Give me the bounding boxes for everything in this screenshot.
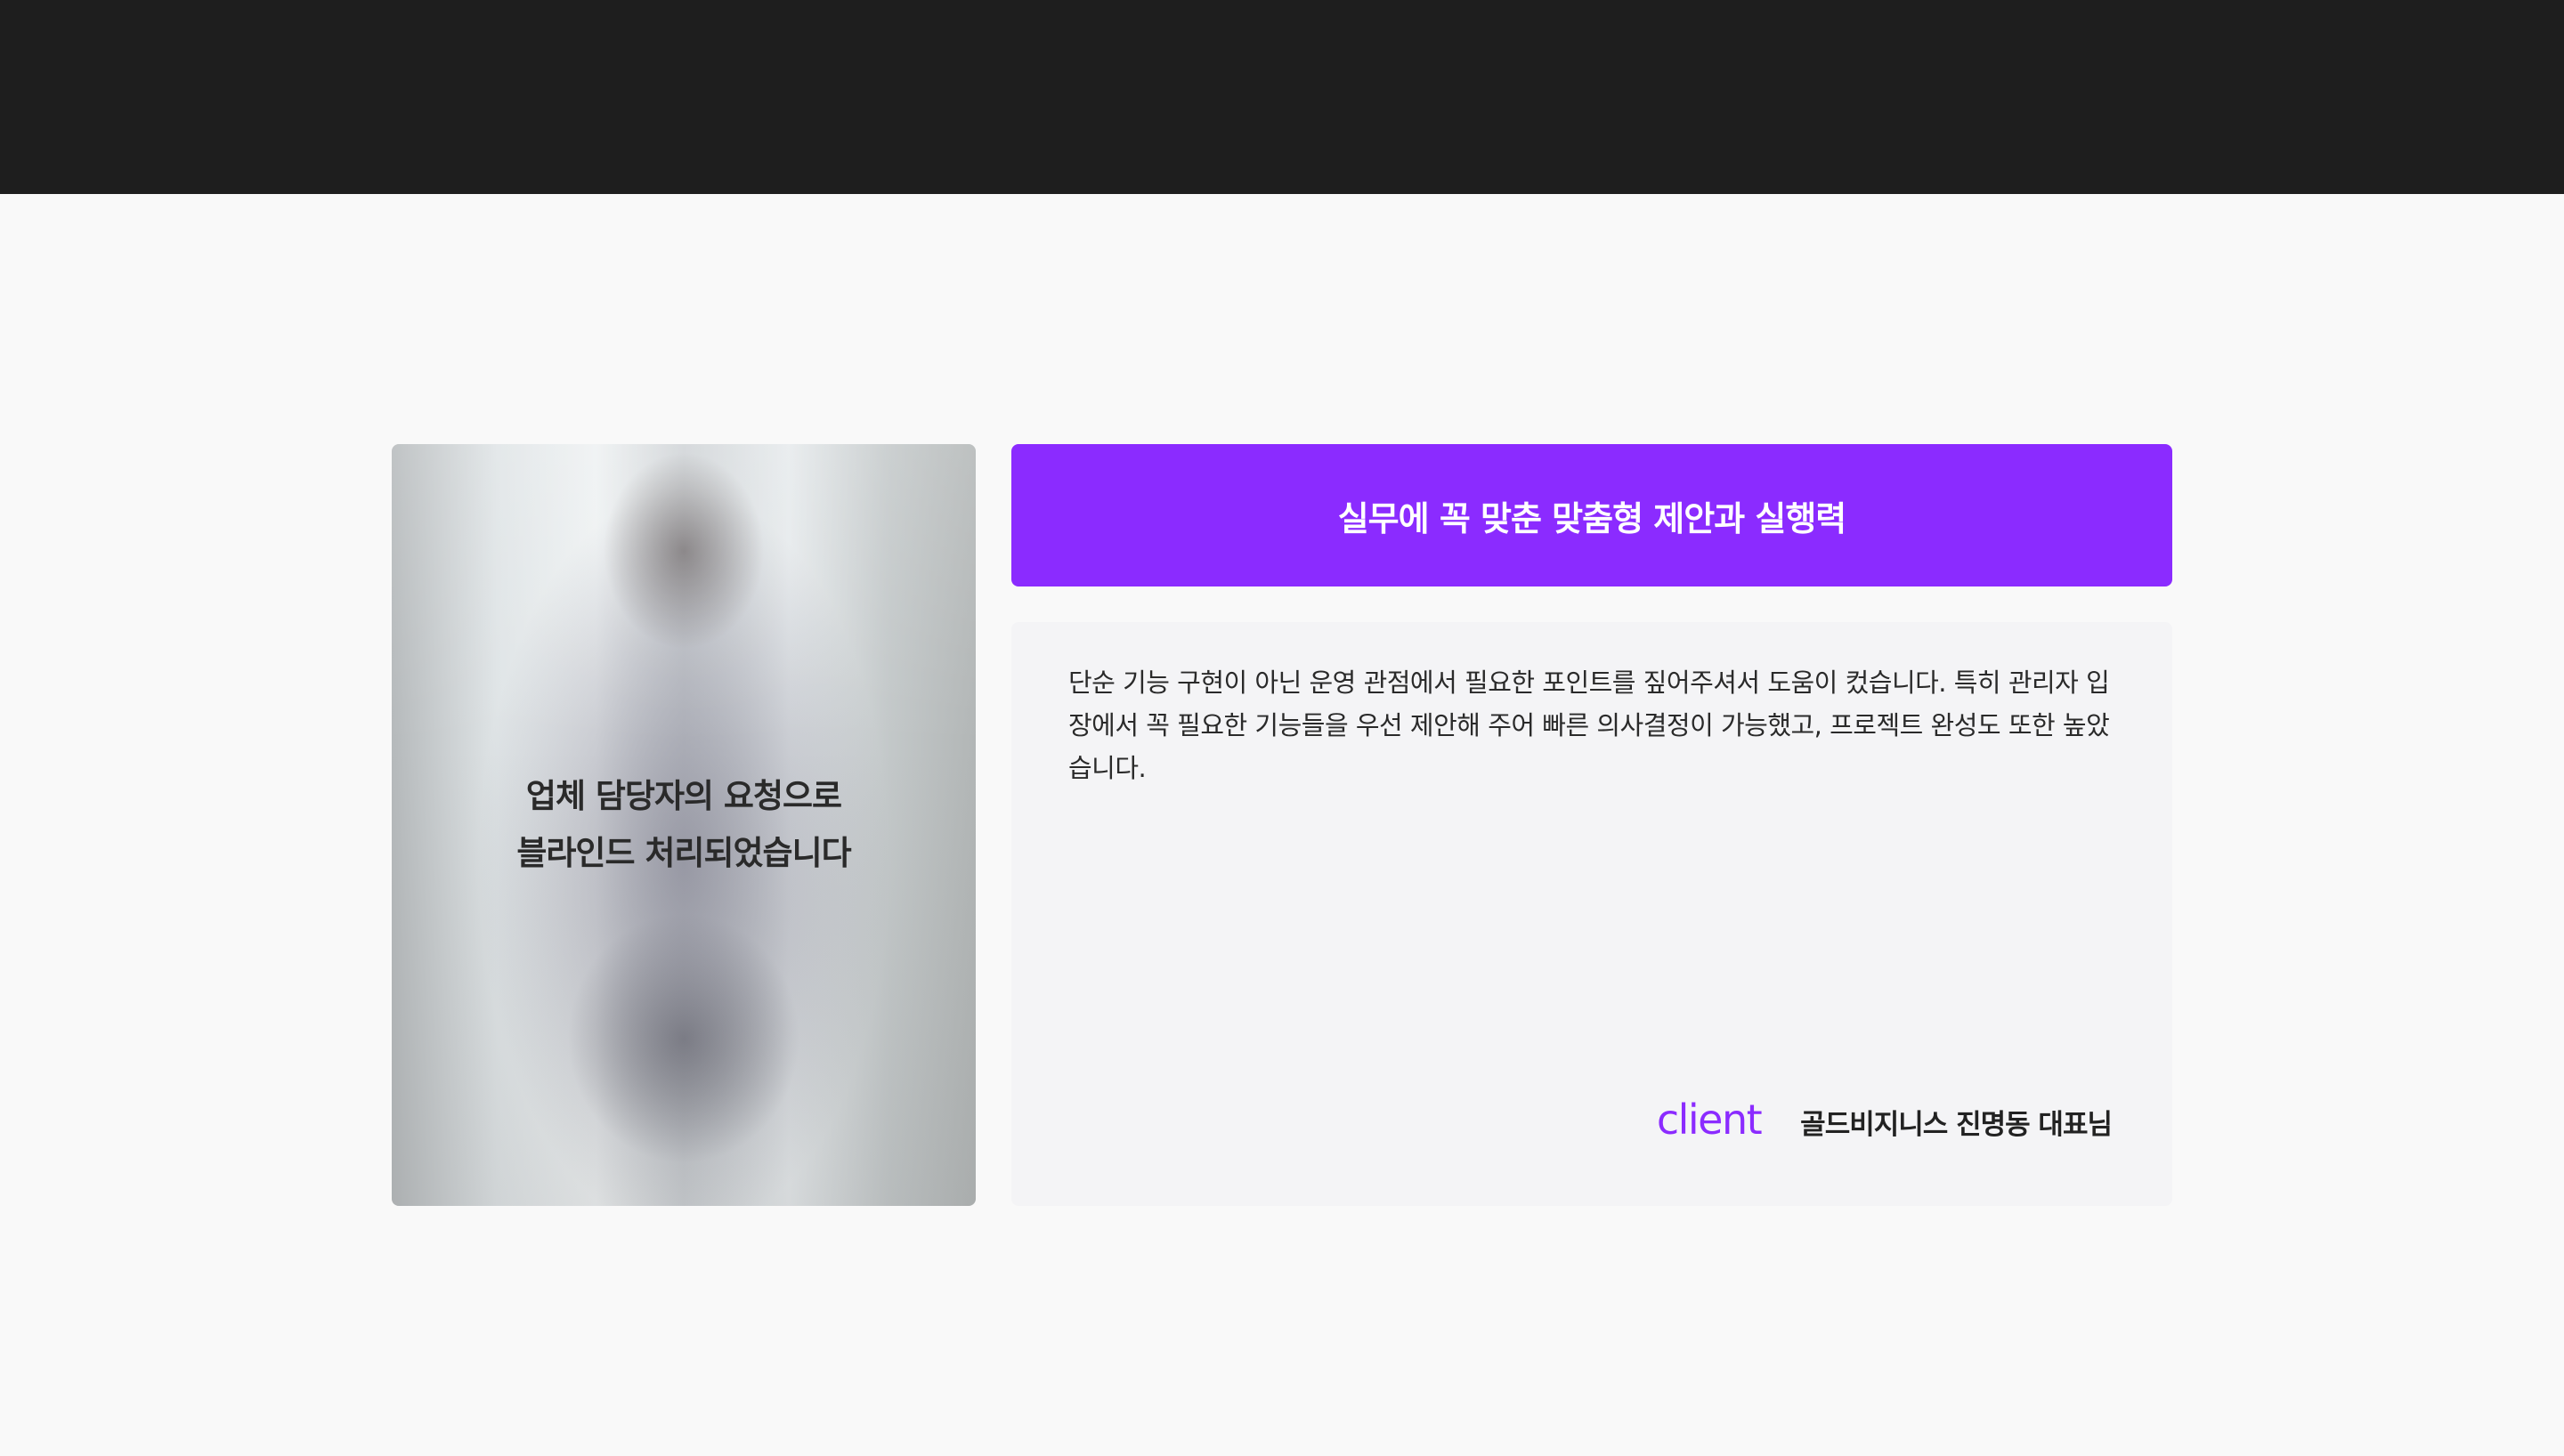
client-attribution: client 골드비지니스 진명동 대표님	[1656, 1096, 2113, 1144]
review-card: 단순 기능 구현이 아닌 운영 관점에서 필요한 포인트를 짚어주셔서 도움이 …	[1011, 622, 2172, 1206]
review-headline-banner: 실무에 꼭 맞춘 맞춤형 제안과 실행력	[1011, 444, 2172, 586]
client-label: client	[1656, 1096, 1763, 1144]
blind-notice-line-2: 블라인드 처리되었습니다	[516, 834, 851, 872]
review-headline: 실무에 꼭 맞춘 맞춤형 제안과 실행력	[1337, 498, 1847, 538]
top-navigation-bar	[0, 0, 2564, 194]
blind-notice: 업체 담당자의 요청으로 블라인드 처리되었습니다	[392, 444, 976, 1206]
review-body: 단순 기능 구현이 아닌 운영 관점에서 필요한 포인트를 짚어주셔서 도움이 …	[1068, 667, 2110, 783]
blurred-client-photo: 업체 담당자의 요청으로 블라인드 처리되었습니다	[392, 444, 976, 1206]
client-name: 골드비지니스 진명동 대표님	[1800, 1109, 2113, 1141]
blind-notice-line-1: 업체 담당자의 요청으로	[525, 777, 842, 815]
